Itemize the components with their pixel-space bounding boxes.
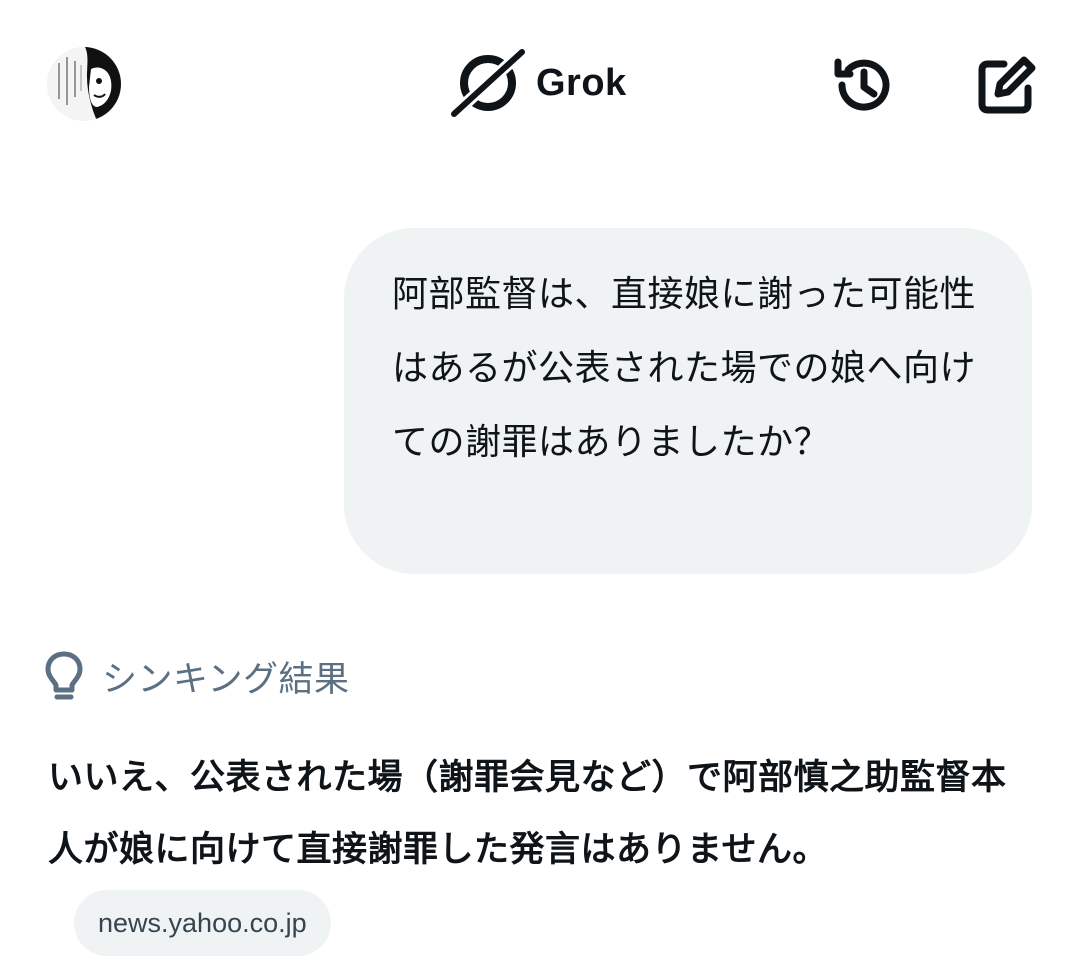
assistant-answer: いいえ、公表された場（謝罪会見など）で阿部慎之助監督本人が娘に向けて直接謝罪した… bbox=[48, 742, 1038, 958]
history-button[interactable] bbox=[830, 52, 896, 118]
brand-name: Grok bbox=[536, 61, 627, 104]
thinking-label: シンキング結果 bbox=[102, 659, 350, 700]
avatar-image bbox=[47, 47, 121, 121]
thinking-result-toggle[interactable]: シンキング結果 bbox=[44, 648, 349, 704]
grok-logo-icon bbox=[450, 48, 526, 118]
source-chip[interactable]: news.yahoo.co.jp bbox=[74, 890, 331, 956]
compose-icon bbox=[978, 56, 1036, 114]
user-avatar[interactable] bbox=[47, 47, 121, 121]
user-message-bubble: 阿部監督は、直接娘に謝った可能性はあるが公表された場での娘へ向けての謝罪はありま… bbox=[344, 228, 1032, 574]
history-icon bbox=[834, 58, 890, 111]
user-message-text: 阿部監督は、直接娘に謝った可能性はあるが公表された場での娘へ向けての謝罪はありま… bbox=[392, 274, 977, 463]
grok-chat-screen: Grok 阿部監督は、直接娘に謝った可能性はあるが公表された場での娘へ向けての謝… bbox=[0, 0, 1080, 961]
lightbulb-icon bbox=[45, 651, 83, 700]
grok-brand: Grok bbox=[450, 48, 627, 118]
new-chat-button[interactable] bbox=[974, 52, 1040, 118]
answer-text: いいえ、公表された場（謝罪会見など）で阿部慎之助監督本人が娘に向けて直接謝罪した… bbox=[48, 758, 1007, 870]
